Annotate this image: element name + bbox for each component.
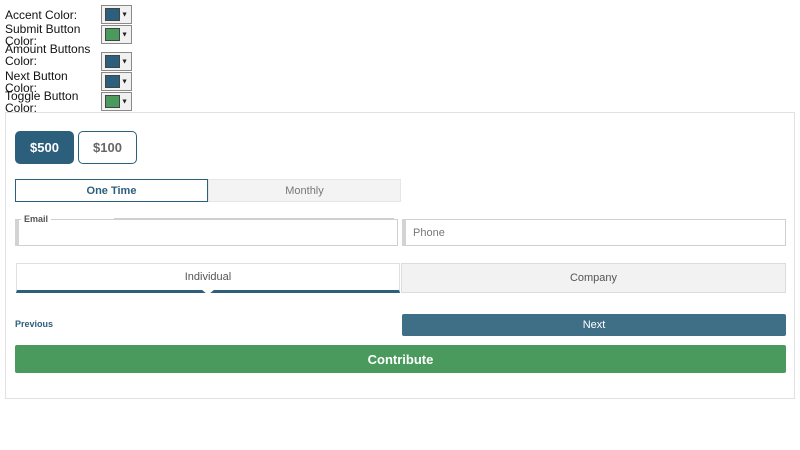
accent-color-swatch (105, 8, 120, 21)
amount-buttons-color-picker[interactable]: ▼ (101, 52, 132, 71)
dropdown-triangle-icon: ▼ (121, 31, 128, 38)
accent-color-picker[interactable]: ▼ (101, 5, 132, 24)
toggle-button-color-swatch (105, 95, 120, 108)
submit-button-color-picker[interactable]: ▼ (101, 25, 132, 44)
selected-caret-icon (201, 289, 215, 295)
accent-color-label: Accent Color: (5, 8, 78, 22)
company-toggle[interactable]: Company (401, 263, 786, 293)
contribute-button[interactable]: Contribute (15, 345, 786, 373)
submit-button-color-swatch (105, 28, 120, 41)
dropdown-triangle-icon: ▼ (121, 98, 128, 105)
amount-buttons-color-label: Amount Buttons Color: (5, 42, 91, 68)
amount-buttons-color-swatch (105, 55, 120, 68)
toggle-button-color-picker[interactable]: ▼ (101, 92, 132, 111)
dropdown-triangle-icon: ▼ (121, 58, 128, 65)
previous-link[interactable]: Previous (15, 319, 53, 329)
toggle-button-color-label: Toggle Button Color: (5, 89, 79, 115)
next-button-color-picker[interactable]: ▼ (101, 72, 132, 91)
phone-field[interactable] (402, 219, 786, 246)
amount-100-button[interactable]: $100 (78, 131, 137, 164)
email-label: Email (21, 214, 52, 224)
monthly-toggle[interactable]: Monthly (208, 179, 401, 202)
email-field[interactable] (15, 219, 398, 246)
email-input[interactable] (24, 220, 392, 245)
amount-500-button[interactable]: $500 (15, 131, 74, 164)
donation-form-panel: $500 $100 One Time Monthly Email Individ… (5, 112, 795, 399)
next-button-color-swatch (105, 75, 120, 88)
phone-input[interactable] (411, 220, 780, 245)
dropdown-triangle-icon: ▼ (121, 78, 128, 85)
email-label-line (114, 218, 394, 219)
dropdown-triangle-icon: ▼ (121, 11, 128, 18)
toggle-button-color-row: Toggle Button Color: ▼ (0, 89, 140, 115)
one-time-toggle[interactable]: One Time (15, 179, 208, 202)
next-button[interactable]: Next (402, 314, 786, 336)
